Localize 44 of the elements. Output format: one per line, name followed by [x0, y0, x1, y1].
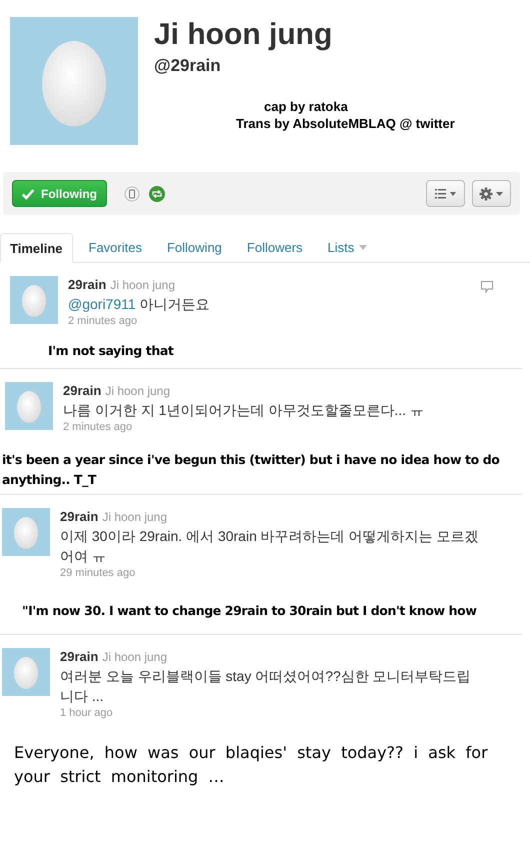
translation-text: "I'm now 30. I want to change 29rain to 30rain but I don't know how [21, 602, 478, 620]
credit-text: Trans by AbsoluteMBLAQ @ twitter [235, 115, 456, 132]
full-name: Ji hoon jung [110, 278, 176, 292]
translation-text: I'm not saying that [47, 342, 174, 360]
avatar-icon[interactable] [2, 508, 50, 556]
avatar-icon[interactable] [10, 17, 138, 145]
full-name: Ji hoon jung [105, 384, 170, 398]
list-menu-button[interactable] [426, 180, 465, 207]
retweet-icon[interactable] [149, 186, 165, 202]
mention-link[interactable]: @gori7911 [68, 296, 136, 312]
full-name: Ji hoon jung [102, 650, 168, 664]
tab[interactable]: Following [158, 233, 231, 262]
timestamp-link[interactable]: 29 minutes ago [60, 567, 522, 579]
avatar-icon[interactable] [2, 648, 50, 696]
tweet-text: @gori7911 아니거든요 [68, 295, 211, 314]
tab[interactable]: Favorites [80, 233, 151, 262]
credit-text: cap by ratoka [263, 98, 349, 115]
tweet-text: 나름 이거한 지 1년이되어가는데 아무것도할줄모른다... ㅠ [63, 401, 425, 420]
list-caret-icon [434, 188, 458, 200]
timestamp-link[interactable]: 1 hour ago [60, 707, 522, 719]
checkmark-icon [21, 186, 35, 200]
username-link[interactable]: 29rain [60, 649, 98, 664]
following-button[interactable]: Following [12, 180, 107, 207]
username-link[interactable]: 29rain [68, 277, 106, 292]
profile-handle: @29rain [154, 56, 222, 76]
profile-name: Ji hoon jung [154, 18, 334, 52]
tab[interactable]: Lists [318, 233, 376, 262]
tweet-text: 이제 30이라 29rain. 에서 30rain 바꾸려하는데 어떻게하지는 모르겠어여 ㅠ [60, 527, 480, 566]
username-link[interactable]: 29rain [63, 383, 102, 398]
tab[interactable]: Followers [238, 233, 312, 262]
tweet-text: 여러분 오늘 우리블랙이들 stay 어떠셨어여??심한 모니터부탁드립니다 ... [60, 667, 472, 706]
timestamp-link[interactable]: 2 minutes ago [68, 315, 480, 327]
avatar-icon[interactable] [5, 382, 53, 430]
reply-icon[interactable] [480, 280, 494, 294]
translation-text: Everyone, how was our blaqies' stay today?? i ask for your strict monitoring … [13, 742, 489, 788]
gear-icon [478, 186, 504, 200]
username-link[interactable]: 29rain [60, 509, 98, 524]
tab[interactable]: Timeline [0, 233, 73, 263]
full-name: Ji hoon jung [102, 510, 168, 524]
timestamp-link[interactable]: 2 minutes ago [63, 421, 522, 433]
device-icon[interactable] [124, 186, 140, 202]
avatar-icon[interactable] [10, 276, 58, 324]
settings-button[interactable] [472, 180, 511, 207]
translation-text: it's been a year since i've begun this (twitter) but i have no idea how to do anything.. T_T [2, 451, 500, 489]
